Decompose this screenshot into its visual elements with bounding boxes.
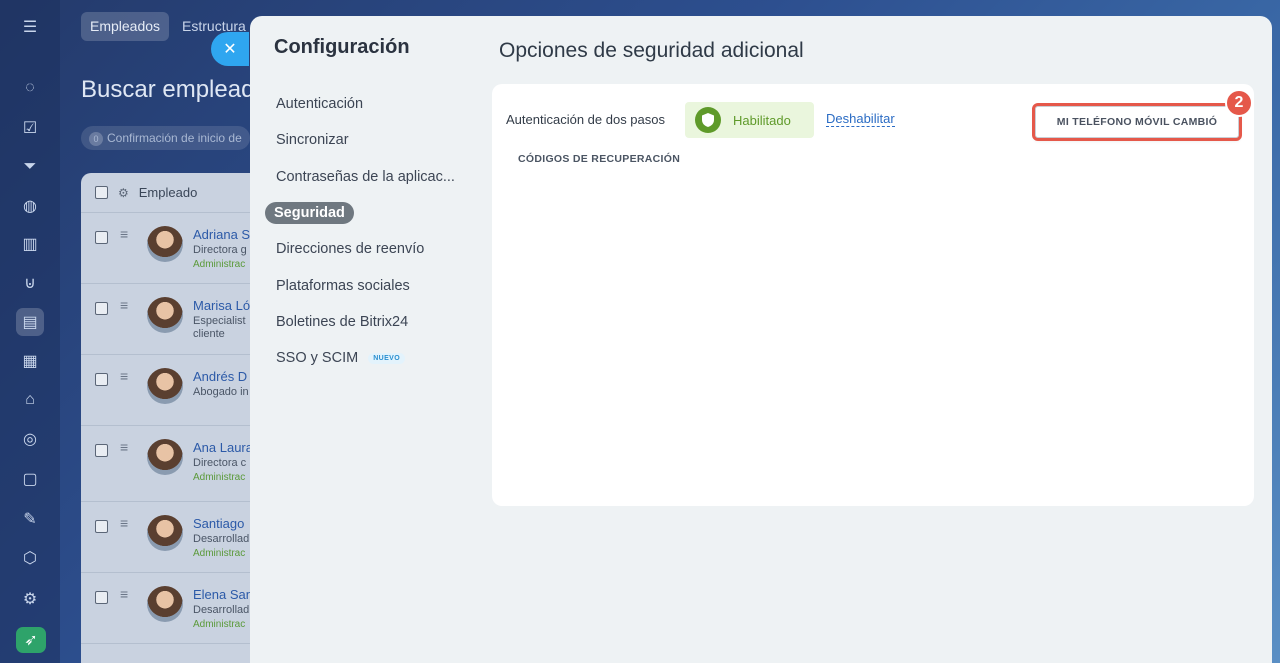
target-icon[interactable]: ◎ (16, 425, 44, 453)
employee-name[interactable]: Marisa Ló (193, 298, 250, 313)
settings-menu: Autenticación Sincronizar Contraseñas de… (264, 86, 474, 376)
row-checkbox[interactable] (95, 231, 108, 244)
settings-icon[interactable]: ⚙ (16, 585, 44, 613)
phone-changed-button[interactable]: MI TELÉFONO MÓVIL CAMBIÓ (1032, 103, 1242, 141)
two-factor-label: Autenticación de dos pasos (506, 112, 665, 127)
filter-pill[interactable]: 0 Confirmación de inicio de (81, 126, 250, 150)
tasks-icon[interactable]: ☑ (16, 114, 44, 142)
drag-handle-icon[interactable]: ≡ (120, 368, 128, 384)
employee-name[interactable]: Santiago (193, 516, 244, 531)
avatar (147, 226, 183, 262)
chart-icon[interactable]: ▥ (16, 230, 44, 258)
menu-item-social[interactable]: Plataformas sociales (264, 267, 474, 303)
document-icon[interactable]: ▢ (16, 465, 44, 493)
close-icon: ✕ (223, 41, 237, 58)
drag-handle-icon[interactable]: ≡ (120, 297, 128, 313)
menu-item-label: Plataformas sociales (276, 277, 410, 294)
employee-role: Directora c (193, 457, 247, 469)
cart-icon[interactable]: ⊍ (16, 269, 44, 297)
step-marker: 2 (1225, 89, 1253, 117)
page-title: Buscar empleado (81, 76, 268, 103)
drag-handle-icon[interactable]: ≡ (120, 439, 128, 455)
menu-item-label: Direcciones de reenvío (276, 241, 425, 258)
drag-handle-icon[interactable]: ≡ (120, 515, 128, 531)
section-title: Opciones de seguridad adicional (499, 39, 804, 62)
feed-icon[interactable]: ◌ (16, 74, 44, 102)
menu-item-label: Seguridad (265, 202, 354, 225)
employees-icon[interactable]: ▤ (16, 308, 44, 336)
filter-label: Confirmación de inicio de (107, 131, 242, 145)
avatar (147, 297, 183, 333)
menu-item-app-passwords[interactable]: Contraseñas de la aplicac... (264, 159, 474, 195)
row-checkbox[interactable] (95, 444, 108, 457)
shield-icon (695, 107, 721, 133)
close-panel-button[interactable]: ✕ (211, 32, 249, 66)
security-card: Autenticación de dos pasos Habilitado De… (492, 84, 1254, 506)
menu-item-forwarding[interactable]: Direcciones de reenvío (264, 231, 474, 267)
menu-item-label: Sincronizar (276, 132, 349, 149)
menu-icon[interactable]: ☰ (16, 13, 44, 41)
status-text: Habilitado (733, 112, 791, 128)
employee-name[interactable]: Ana Laura (193, 440, 253, 455)
employee-role: Abogado in (193, 386, 249, 398)
box-icon[interactable]: ⬡ (16, 544, 44, 572)
employee-role-continued: cliente (193, 328, 225, 340)
row-checkbox[interactable] (95, 591, 108, 604)
menu-item-label: Contraseñas de la aplicac... (276, 168, 455, 185)
column-employee: Empleado (138, 185, 198, 200)
employee-name[interactable]: Adriana S (193, 227, 250, 242)
drag-handle-icon[interactable]: ≡ (120, 226, 128, 242)
avatar (147, 515, 183, 551)
settings-panel: Configuración Autenticación Sincronizar … (250, 16, 1272, 663)
rocket-icon[interactable]: ➶ (16, 627, 46, 653)
disable-link[interactable]: Deshabilitar (826, 112, 895, 127)
filter-count: 0 (89, 132, 103, 146)
signature-icon[interactable]: ✎ (16, 505, 44, 533)
avatar (147, 368, 183, 404)
avatar (147, 586, 183, 622)
settings-title: Configuración (274, 36, 410, 58)
employee-role: Desarrollad (193, 604, 250, 616)
employee-role: Directora g (193, 244, 247, 256)
menu-item-sync[interactable]: Sincronizar (264, 122, 474, 158)
menu-item-newsletters[interactable]: Boletines de Bitrix24 (264, 304, 474, 340)
menu-item-label: Boletines de Bitrix24 (276, 313, 409, 330)
robot-icon[interactable]: ◍ (16, 192, 44, 220)
status-badge: Habilitado (685, 102, 814, 138)
employee-name[interactable]: Elena San (193, 587, 253, 602)
menu-item-sso-scim[interactable]: SSO y SCIM NUEVO (264, 340, 474, 376)
employee-role: Especialist (193, 315, 246, 327)
employee-department: Administrac (193, 548, 246, 559)
left-rail: ☰ ◌ ☑ ⏷ ◍ ▥ ⊍ ▤ ▦ ⌂ ◎ ▢ ✎ ⬡ ⚙ ➶ (0, 0, 60, 663)
row-checkbox[interactable] (95, 520, 108, 533)
employee-department: Administrac (193, 472, 246, 483)
calendar-icon[interactable]: ▦ (16, 347, 44, 375)
store-icon[interactable]: ⌂ (16, 386, 44, 414)
row-checkbox[interactable] (95, 302, 108, 315)
drag-handle-icon[interactable]: ≡ (120, 586, 128, 602)
menu-item-label: Autenticación (276, 96, 364, 113)
menu-item-authentication[interactable]: Autenticación (264, 86, 474, 122)
recovery-codes-link[interactable]: CÓDIGOS DE RECUPERACIÓN (518, 153, 680, 165)
filter-icon[interactable]: ⏷ (16, 153, 44, 181)
employee-department: Administrac (193, 259, 246, 270)
avatar (147, 439, 183, 475)
select-all-checkbox[interactable] (95, 186, 108, 199)
employee-name[interactable]: Andrés D (193, 369, 247, 384)
employee-role: Desarrollad (193, 533, 250, 545)
menu-item-security[interactable]: Seguridad (264, 195, 474, 231)
employee-department: Administrac (193, 619, 246, 630)
gear-icon[interactable]: ⚙ (118, 186, 129, 200)
menu-item-label: SSO y SCIM (276, 350, 359, 367)
row-checkbox[interactable] (95, 373, 108, 386)
new-badge: NUEVO (368, 352, 406, 364)
tab-employees[interactable]: Empleados (81, 12, 170, 41)
